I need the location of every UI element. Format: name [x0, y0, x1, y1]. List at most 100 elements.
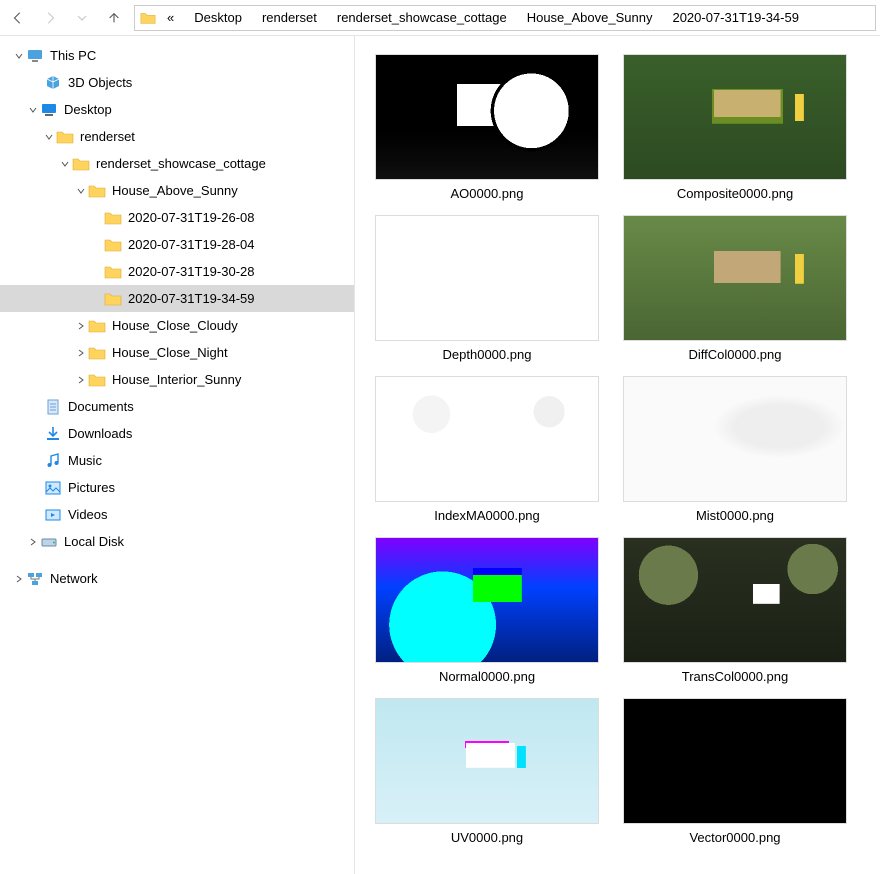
file-item-indexma[interactable]: IndexMA0000.png — [375, 376, 599, 523]
nav-tree: This PC 3D Objects Desktop renderset ren… — [0, 36, 355, 874]
file-item-vector[interactable]: Vector0000.png — [623, 698, 847, 845]
tree-label: renderset_showcase_cottage — [96, 156, 266, 171]
desktop-icon — [40, 101, 58, 119]
thumbnail — [375, 537, 599, 663]
breadcrumb-renderset[interactable]: renderset — [256, 6, 323, 30]
tree-this-pc[interactable]: This PC — [0, 42, 354, 69]
tree-label: Pictures — [68, 480, 115, 495]
cube-icon — [44, 74, 62, 92]
breadcrumb-timestamp[interactable]: 2020-07-31T19-34-59 — [666, 6, 804, 30]
thumbnail — [375, 698, 599, 824]
thumbnail — [623, 54, 847, 180]
tree-ts1[interactable]: 2020-07-31T19-26-08 — [0, 204, 354, 231]
breadcrumb-desktop[interactable]: Desktop — [188, 6, 248, 30]
tree-local-disk[interactable]: Local Disk — [0, 528, 354, 555]
tree-label: 2020-07-31T19-30-28 — [128, 264, 254, 279]
picture-icon — [44, 479, 62, 497]
file-label: IndexMA0000.png — [434, 508, 540, 523]
folder-icon — [139, 9, 157, 27]
folder-icon — [72, 155, 90, 173]
drive-icon — [40, 533, 58, 551]
tree-label: Videos — [68, 507, 108, 522]
folder-icon — [88, 344, 106, 362]
expand-icon[interactable] — [74, 349, 88, 357]
file-item-ao[interactable]: AO0000.png — [375, 54, 599, 201]
expand-icon[interactable] — [12, 52, 26, 60]
tree-network[interactable]: Network — [0, 565, 354, 592]
expand-icon[interactable] — [58, 160, 72, 168]
thumbnail — [375, 376, 599, 502]
expand-icon[interactable] — [42, 133, 56, 141]
file-item-transcol[interactable]: TransCol0000.png — [623, 537, 847, 684]
expand-icon[interactable] — [26, 538, 40, 546]
file-item-depth[interactable]: Depth0000.png — [375, 215, 599, 362]
folder-icon — [56, 128, 74, 146]
tree-label: House_Close_Cloudy — [112, 318, 238, 333]
nav-back[interactable] — [2, 4, 34, 32]
breadcrumb-overflow[interactable]: « — [161, 6, 180, 30]
tree-house-above[interactable]: House_Above_Sunny — [0, 177, 354, 204]
tree-label: 2020-07-31T19-34-59 — [128, 291, 254, 306]
file-label: Vector0000.png — [689, 830, 780, 845]
tree-label: Local Disk — [64, 534, 124, 549]
breadcrumb-house-above[interactable]: House_Above_Sunny — [521, 6, 659, 30]
thumbnail — [375, 215, 599, 341]
tree-label: House_Close_Night — [112, 345, 228, 360]
folder-icon — [104, 263, 122, 281]
tree-3d-objects[interactable]: 3D Objects — [0, 69, 354, 96]
nav-up[interactable] — [98, 4, 130, 32]
file-item-uv[interactable]: UV0000.png — [375, 698, 599, 845]
file-item-normal[interactable]: Normal0000.png — [375, 537, 599, 684]
folder-icon — [88, 317, 106, 335]
tree-desktop[interactable]: Desktop — [0, 96, 354, 123]
file-item-diffcol[interactable]: DiffCol0000.png — [623, 215, 847, 362]
nav-forward[interactable] — [34, 4, 66, 32]
tree-downloads[interactable]: Downloads — [0, 420, 354, 447]
file-label: UV0000.png — [451, 830, 523, 845]
tree-pictures[interactable]: Pictures — [0, 474, 354, 501]
address-bar[interactable]: « Desktop renderset renderset_showcase_c… — [134, 5, 876, 31]
tree-videos[interactable]: Videos — [0, 501, 354, 528]
expand-icon[interactable] — [26, 106, 40, 114]
tree-house-interior[interactable]: House_Interior_Sunny — [0, 366, 354, 393]
toolbar: « Desktop renderset renderset_showcase_c… — [0, 0, 880, 36]
tree-music[interactable]: Music — [0, 447, 354, 474]
file-item-composite[interactable]: Composite0000.png — [623, 54, 847, 201]
expand-icon[interactable] — [74, 187, 88, 195]
tree-showcase[interactable]: renderset_showcase_cottage — [0, 150, 354, 177]
tree-label: 2020-07-31T19-28-04 — [128, 237, 254, 252]
thumbnail — [623, 537, 847, 663]
thumbnail — [375, 54, 599, 180]
thumbnail — [623, 698, 847, 824]
file-item-mist[interactable]: Mist0000.png — [623, 376, 847, 523]
expand-icon[interactable] — [12, 575, 26, 583]
tree-label: 3D Objects — [68, 75, 132, 90]
tree-label: Network — [50, 571, 98, 586]
download-icon — [44, 425, 62, 443]
file-label: TransCol0000.png — [682, 669, 788, 684]
tree-ts3[interactable]: 2020-07-31T19-30-28 — [0, 258, 354, 285]
expand-icon[interactable] — [74, 322, 88, 330]
tree-label: 2020-07-31T19-26-08 — [128, 210, 254, 225]
tree-house-cloudy[interactable]: House_Close_Cloudy — [0, 312, 354, 339]
tree-house-night[interactable]: House_Close_Night — [0, 339, 354, 366]
folder-icon — [104, 209, 122, 227]
tree-ts2[interactable]: 2020-07-31T19-28-04 — [0, 231, 354, 258]
tree-label: This PC — [50, 48, 96, 63]
tree-documents[interactable]: Documents — [0, 393, 354, 420]
network-icon — [26, 570, 44, 588]
music-icon — [44, 452, 62, 470]
breadcrumb-showcase[interactable]: renderset_showcase_cottage — [331, 6, 513, 30]
tree-label: Music — [68, 453, 102, 468]
folder-icon — [88, 371, 106, 389]
tree-renderset[interactable]: renderset — [0, 123, 354, 150]
tree-label: Documents — [68, 399, 134, 414]
file-label: Composite0000.png — [677, 186, 793, 201]
file-pane[interactable]: AO0000.png Composite0000.png Depth0000.p… — [355, 36, 880, 874]
expand-icon[interactable] — [74, 376, 88, 384]
nav-recent-dropdown[interactable] — [66, 4, 98, 32]
thumbnail — [623, 215, 847, 341]
tree-label: renderset — [80, 129, 135, 144]
folder-icon — [88, 182, 106, 200]
tree-ts4[interactable]: 2020-07-31T19-34-59 — [0, 285, 354, 312]
